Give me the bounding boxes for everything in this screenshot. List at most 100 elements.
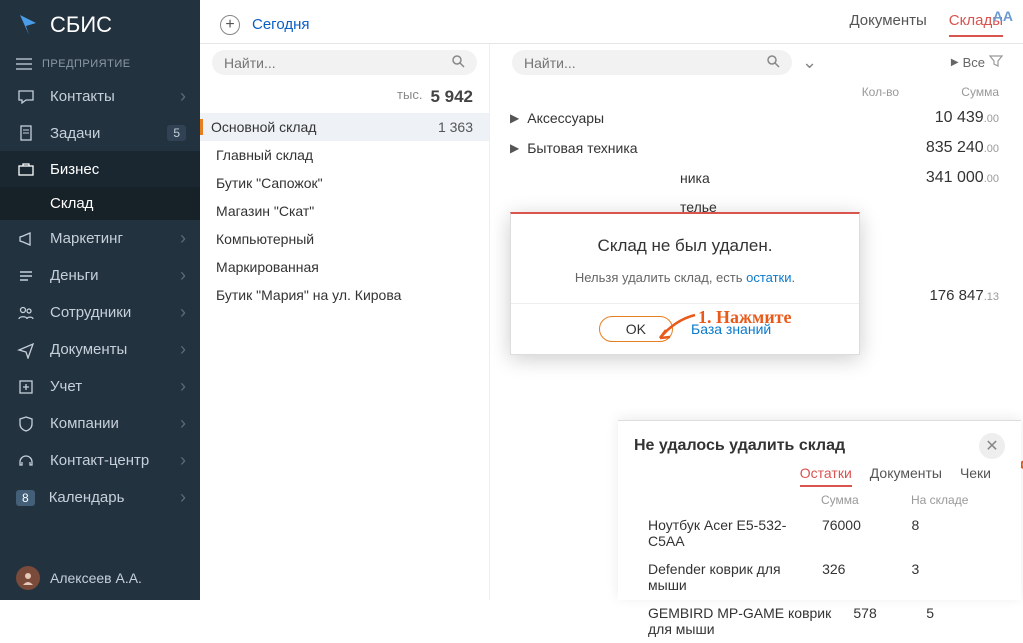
chevron-right-icon: ›: [180, 265, 186, 286]
item-stock: 3: [912, 561, 992, 593]
main: AA + Сегодня Документы Склады тыс. 5 942…: [200, 0, 1023, 600]
warehouse-label: Маркированная: [216, 259, 319, 275]
modal-title: Склад не был удален.: [511, 214, 859, 270]
category-row[interactable]: ▶Бытовая техника835 240.00: [500, 133, 1023, 163]
logo-icon: [16, 13, 40, 37]
triangle-right-icon[interactable]: ▶: [510, 141, 519, 155]
text-size-icon[interactable]: AA: [993, 8, 1013, 24]
user-row[interactable]: Алексеев А.А.: [0, 556, 200, 600]
people-icon: [16, 303, 36, 323]
chevron-right-icon: ›: [180, 86, 186, 107]
sidebar-item-label: Контакты: [50, 88, 174, 105]
panel-tab-documents[interactable]: Документы: [870, 465, 942, 487]
panel-row[interactable]: Ноутбук Acer E5-532-C5AA760008: [618, 511, 1021, 555]
category-label: ника: [680, 170, 710, 186]
sidebar-item-label: Контакт-центр: [50, 452, 174, 469]
chevron-right-icon: ›: [180, 302, 186, 323]
app-name: СБИС: [50, 12, 112, 38]
panel-row[interactable]: GEMBIRD MP-GAME коврик для мыши5785: [618, 599, 1021, 643]
warehouse-item[interactable]: Компьютерный: [200, 225, 489, 253]
today-link[interactable]: Сегодня: [252, 16, 310, 33]
panel-tab-checks[interactable]: Чеки: [960, 465, 991, 487]
sidebar-item-1[interactable]: Задачи5: [0, 115, 200, 151]
panel-header-row: Сумма На складе: [618, 489, 1021, 511]
clipboard-icon: [16, 123, 36, 143]
remains-link[interactable]: остатки: [746, 270, 791, 285]
avatar: [16, 566, 40, 590]
sidebar-item-2[interactable]: Бизнес: [0, 151, 200, 187]
sidebar-item-10[interactable]: Контакт-центр ›: [0, 442, 200, 479]
sidebar-item-label: Бизнес: [50, 161, 186, 178]
section-row[interactable]: ПРЕДПРИЯТИЕ: [0, 50, 200, 78]
category-row[interactable]: ▶Аксессуары10 439.00: [500, 103, 1023, 133]
sidebar-item-calendar[interactable]: 8 Календарь ›: [0, 479, 200, 516]
warehouse-item[interactable]: Главный склад: [200, 141, 489, 169]
filter-icon: [989, 54, 1003, 71]
close-icon[interactable]: ✕: [979, 433, 1005, 459]
search-input-right[interactable]: [524, 55, 766, 71]
warehouse-item[interactable]: Бутик "Мария" на ул. Кирова: [200, 281, 489, 309]
warehouse-item[interactable]: Основной склад1 363: [200, 113, 489, 141]
tab-documents[interactable]: Документы: [849, 12, 926, 37]
panel-row[interactable]: Defender коврик для мыши3263: [618, 555, 1021, 599]
chevron-right-icon: ›: [180, 487, 186, 508]
ok-button[interactable]: OK: [599, 316, 673, 342]
chevron-right-icon: ›: [180, 376, 186, 397]
warehouse-item[interactable]: Магазин "Скат": [200, 197, 489, 225]
sidebar-item-8[interactable]: Учет›: [0, 368, 200, 405]
warehouse-label: Основной склад: [211, 119, 316, 135]
category-sum: 10 439.00: [935, 109, 999, 127]
chevron-right-icon: ›: [180, 228, 186, 249]
item-stock: 8: [911, 517, 991, 549]
sidebar-item-label: Склад: [50, 195, 186, 212]
search-input-left[interactable]: [224, 55, 451, 71]
add-button[interactable]: +: [220, 15, 240, 35]
headset-icon: [16, 451, 36, 471]
item-sum: 76000: [822, 517, 912, 549]
lines-icon: [16, 266, 36, 286]
sidebar-item-3[interactable]: Склад: [0, 187, 200, 220]
search-icon: [766, 54, 780, 71]
knowledge-base-link[interactable]: База знаний: [691, 321, 771, 337]
chevron-right-icon: ›: [180, 450, 186, 471]
item-sum: 326: [822, 561, 911, 593]
sidebar-item-0[interactable]: Контакты ›: [0, 78, 200, 115]
triangle-right-icon[interactable]: ▶: [510, 111, 519, 125]
panel-tabs: Остатки Документы Чеки: [618, 465, 1021, 489]
category-sum: 835 240.00: [926, 139, 999, 157]
calendar-badge: 8: [16, 490, 35, 506]
panel-tab-remains[interactable]: Остатки: [800, 465, 852, 487]
warehouse-item[interactable]: Бутик "Сапожок": [200, 169, 489, 197]
sidebar-item-5[interactable]: Деньги›: [0, 257, 200, 294]
delete-fail-panel: Не удалось удалить склад ✕ Остатки Докум…: [618, 420, 1021, 600]
page-tabs: Документы Склады: [849, 12, 1003, 37]
warehouse-item[interactable]: Маркированная: [200, 253, 489, 281]
panel-title: Не удалось удалить склад: [634, 437, 845, 455]
chevron-right-icon: ›: [180, 413, 186, 434]
filter-all[interactable]: ▶ Все: [951, 54, 1011, 71]
badge: 5: [167, 125, 186, 141]
catalog-header: Кол-во Сумма: [500, 81, 1023, 103]
search-box-left[interactable]: [212, 50, 477, 75]
triangle-right-icon: ▶: [951, 57, 959, 68]
warehouse-label: Компьютерный: [216, 231, 314, 247]
shield-icon: [16, 414, 36, 434]
warehouse-label: Бутик "Мария" на ул. Кирова: [216, 287, 401, 303]
item-sum: 578: [853, 605, 926, 637]
hamburger-icon: [16, 58, 32, 70]
sidebar-item-label: Сотрудники: [50, 304, 174, 321]
modal-footer: OK База знаний: [511, 303, 859, 354]
delete-error-modal: Склад не был удален. Нельзя удалить скла…: [510, 212, 860, 355]
category-row[interactable]: ника341 000.00: [500, 163, 1023, 193]
send-icon: [16, 340, 36, 360]
item-name: GEMBIRD MP-GAME коврик для мыши: [648, 605, 853, 637]
warehouse-list-col: тыс. 5 942 Основной склад1 363Главный ск…: [200, 44, 490, 600]
sidebar-item-7[interactable]: Документы›: [0, 331, 200, 368]
chevron-down-icon[interactable]: ⌄: [802, 52, 817, 73]
sidebar-item-6[interactable]: Сотрудники ›: [0, 294, 200, 331]
sidebar-item-9[interactable]: Компании›: [0, 405, 200, 442]
item-stock: 5: [926, 605, 991, 637]
search-box-right[interactable]: [512, 50, 792, 75]
sidebar-item-4[interactable]: Маркетинг›: [0, 220, 200, 257]
warehouse-label: Магазин "Скат": [216, 203, 314, 219]
